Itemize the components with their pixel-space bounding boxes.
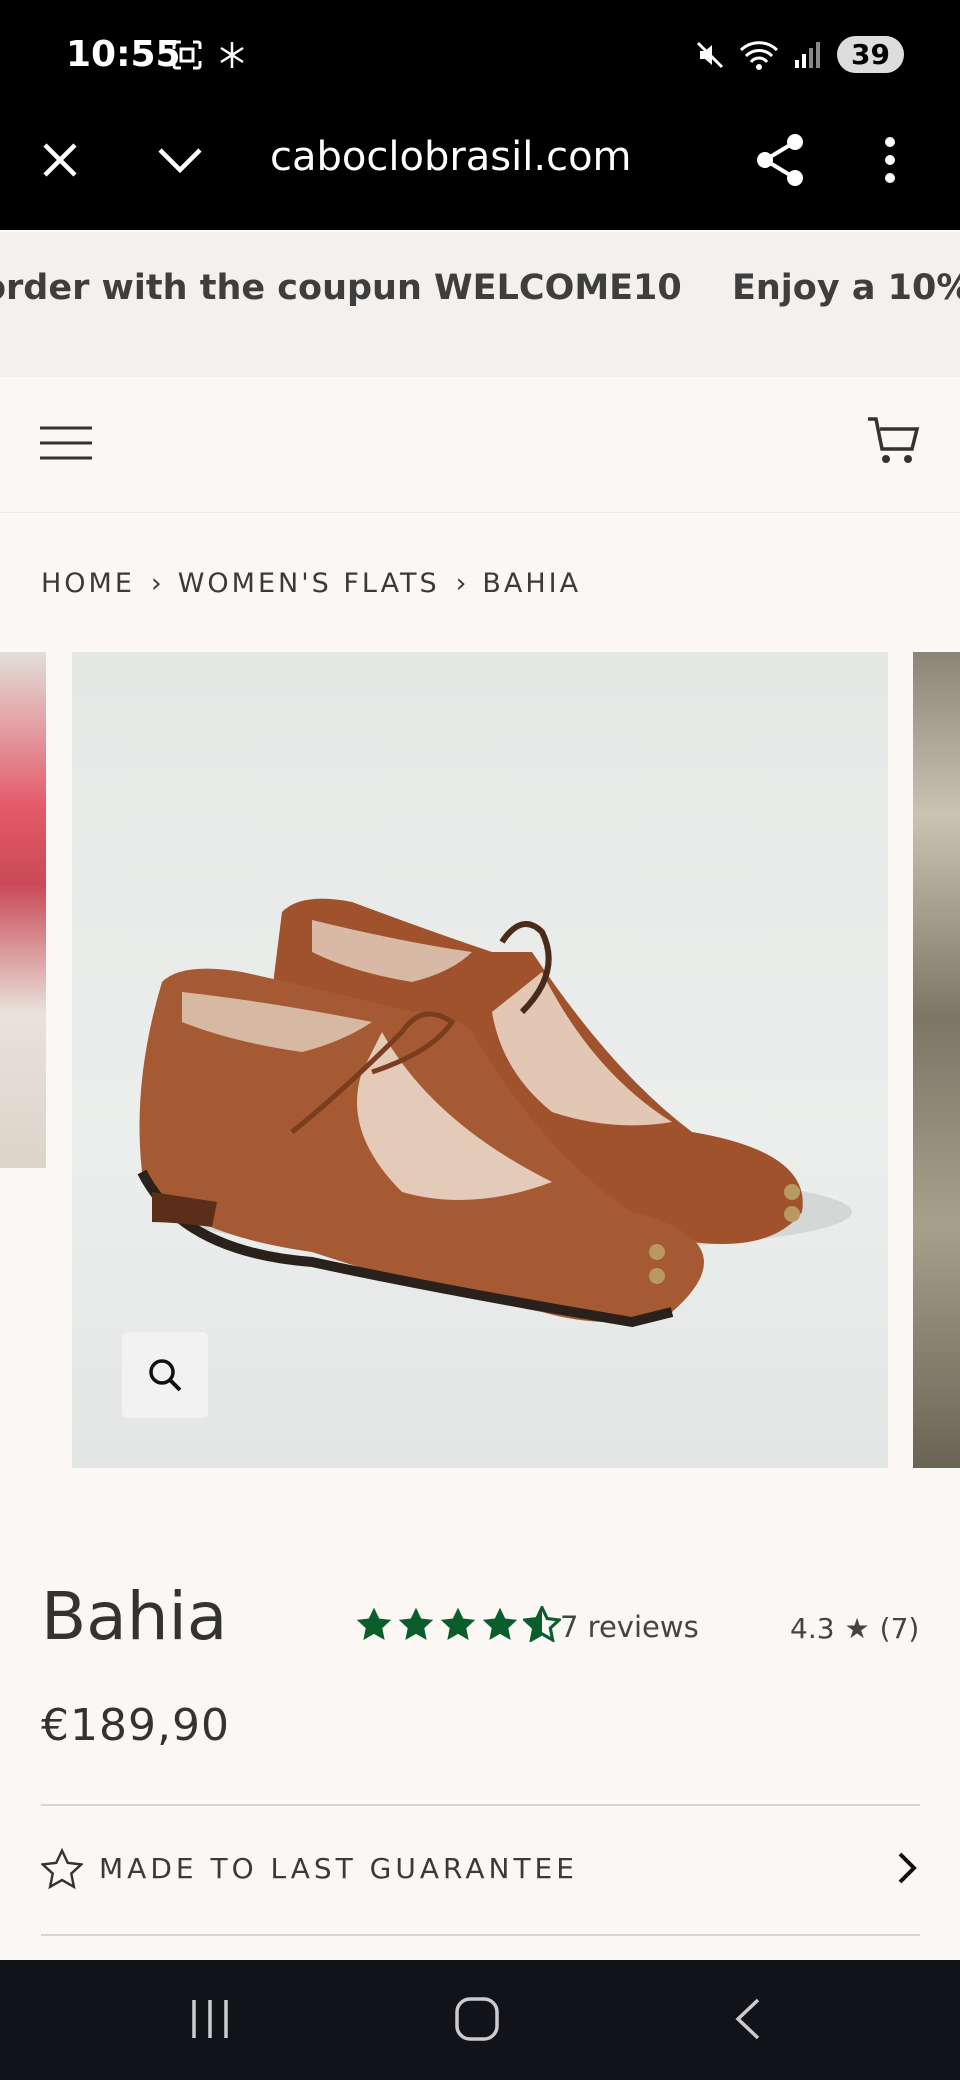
wifi-icon [739,40,779,70]
cart-icon[interactable] [866,413,920,467]
snowflake-icon [220,42,244,68]
breadcrumb-home[interactable]: HOME [41,568,135,599]
star-half-icon [523,1606,561,1642]
mute-icon [696,41,724,68]
status-right-icons: 39 [695,36,904,73]
recent-apps-icon[interactable] [188,1996,232,2042]
breadcrumb-separator: › [150,568,162,599]
announcement-track: order with the coupun WELCOME10 Enjoy a … [0,268,960,308]
rating-value: 4.3 [790,1612,835,1645]
announcement-bar: order with the coupun WELCOME10 Enjoy a … [0,232,960,377]
gallery-next-image[interactable] [913,652,960,1468]
breadcrumb-separator: › [455,568,467,599]
rating-summary: 4.3 ★ (7) [790,1612,919,1645]
product-image[interactable] [72,652,888,1468]
review-stars[interactable] [355,1606,561,1642]
guarantee-label: MADE TO LAST GUARANTEE [99,1852,578,1885]
divider [41,1934,920,1936]
status-left-icons [170,38,246,72]
system-nav-bar [0,1960,960,2080]
breadcrumb-category[interactable]: WOMEN'S FLATS [178,568,440,599]
gallery-prev-image[interactable] [0,652,46,1168]
back-icon[interactable] [730,1996,764,2042]
breadcrumb: HOME › WOMEN'S FLATS › BAHIA [41,568,581,599]
rating-count: (7) [879,1612,920,1645]
hamburger-icon[interactable] [40,425,92,461]
status-bar: 10:55 39 [0,0,960,110]
close-icon[interactable] [40,140,80,180]
more-vert-icon[interactable] [880,132,900,188]
share-icon[interactable] [755,132,805,188]
announcement-text: order with the coupun WELCOME10 [0,268,682,308]
rating-star-icon: ★ [844,1612,870,1645]
search-icon [149,1359,182,1392]
site-header [0,377,960,513]
star-outline-icon [41,1848,83,1890]
announcement-text: Enjoy a 10% discount o [731,268,960,308]
star-full-icon [440,1607,476,1640]
chevron-right-icon [898,1852,917,1884]
screenshot-icon [172,40,202,70]
guarantee-row[interactable]: MADE TO LAST GUARANTEE [41,1806,920,1934]
signal-icon [795,41,821,68]
battery-indicator: 39 [837,36,904,73]
breadcrumb-current: BAHIA [482,568,582,599]
url-text[interactable]: caboclobrasil.com [270,134,632,180]
chevron-down-icon[interactable] [155,140,205,180]
reviews-link[interactable]: 7 reviews [560,1610,699,1644]
star-full-icon [356,1607,392,1640]
zoom-button[interactable] [122,1332,208,1418]
product-title: Bahia [41,1578,228,1655]
star-full-icon [398,1607,434,1640]
status-time: 10:55 [66,34,181,75]
browser-toolbar: caboclobrasil.com [0,110,960,230]
product-price: €189,90 [41,1700,230,1751]
star-full-icon [482,1607,518,1640]
home-icon[interactable] [454,1996,500,2042]
